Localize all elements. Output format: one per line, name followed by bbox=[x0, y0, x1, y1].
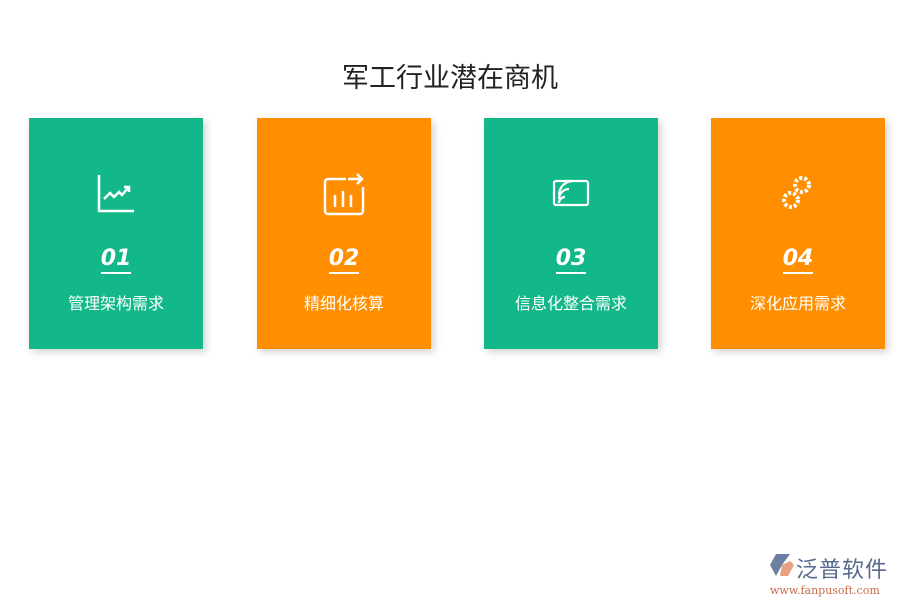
logo-name: 泛普软件 bbox=[796, 552, 895, 584]
card-label: 精细化核算 bbox=[257, 290, 431, 314]
bar-chart-icon bbox=[257, 173, 431, 215]
card-1: 01 管理架构需求 bbox=[29, 118, 203, 349]
card-label: 信息化整合需求 bbox=[484, 290, 658, 314]
card-label: 管理架构需求 bbox=[29, 290, 203, 314]
card-number: 02 bbox=[329, 246, 360, 274]
chart-line-icon bbox=[29, 173, 203, 215]
card-label: 深化应用需求 bbox=[711, 290, 885, 314]
logo-url: www.fanpusoft.com bbox=[770, 584, 895, 597]
card-4: 04 深化应用需求 bbox=[711, 118, 885, 349]
card-3: 03 信息化整合需求 bbox=[484, 118, 658, 349]
logo-mark-icon bbox=[770, 554, 794, 576]
card-number: 03 bbox=[556, 246, 587, 274]
card-2: 02 精细化核算 bbox=[257, 118, 431, 349]
page-title: 军工行业潜在商机 bbox=[0, 56, 900, 95]
brand-logo: 泛普软件 www.fanpusoft.com bbox=[770, 552, 895, 597]
card-number: 01 bbox=[101, 246, 132, 274]
gears-icon bbox=[711, 173, 885, 215]
cast-icon bbox=[484, 173, 658, 215]
card-number: 04 bbox=[783, 246, 814, 274]
